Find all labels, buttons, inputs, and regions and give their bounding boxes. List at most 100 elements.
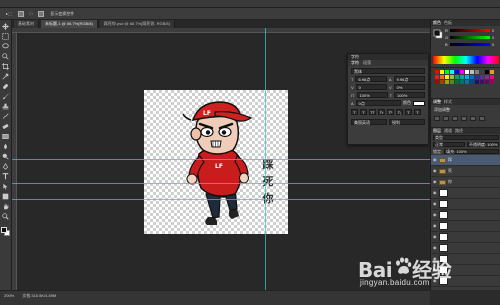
color-swatch[interactable] [490, 70, 494, 74]
brush-tool-icon[interactable] [2, 93, 9, 100]
color-swatch[interactable] [460, 80, 464, 84]
auto-select-checkbox[interactable] [17, 10, 24, 17]
faux-italic-button[interactable]: T [360, 109, 367, 115]
color-swatch[interactable] [475, 80, 479, 84]
hand-tool-icon[interactable] [2, 203, 9, 210]
visibility-eye-icon[interactable]: ◉ [433, 246, 437, 250]
color-swatch[interactable] [490, 75, 494, 79]
color-swatch[interactable] [485, 75, 489, 79]
visibility-eye-icon[interactable]: ◉ [433, 202, 437, 206]
color-swatch[interactable] [465, 75, 469, 79]
superscript-button[interactable]: T¹ [387, 109, 394, 115]
tab-adjustments[interactable]: 调整 [433, 99, 441, 105]
layer-row[interactable]: ◉ [431, 232, 500, 243]
layer-row[interactable]: ◉ [431, 221, 500, 232]
exposure-adjustment-icon[interactable] [461, 116, 467, 121]
show-transform-checkbox[interactable] [38, 10, 45, 17]
color-swatch[interactable] [445, 75, 449, 79]
color-swatch[interactable] [480, 70, 484, 74]
tab-layers[interactable]: 图层 [433, 128, 441, 134]
color-swatch[interactable] [435, 80, 439, 84]
font-size-field[interactable]: 6.96点 [355, 76, 387, 82]
all-caps-button[interactable]: TT [369, 109, 376, 115]
color-swatch[interactable] [475, 70, 479, 74]
tab-document-1[interactable]: 基础素材 [14, 20, 39, 28]
guide-line-vertical[interactable] [265, 28, 266, 290]
language-select[interactable]: 美国英语 [351, 119, 387, 125]
move-tool-icon[interactable] [2, 23, 9, 30]
shape-tool-icon[interactable] [2, 193, 9, 200]
color-swatch[interactable] [445, 80, 449, 84]
lasso-tool-icon[interactable] [2, 43, 9, 50]
layer-row[interactable]: ◉ 踩 [431, 155, 500, 166]
tab-document-2[interactable]: 未标题-1 @ 66.7%(RGB/8) [41, 20, 98, 28]
color-swatch[interactable] [450, 70, 454, 74]
visibility-eye-icon[interactable]: ◉ [433, 169, 437, 173]
color-swatch[interactable] [475, 75, 479, 79]
history-brush-icon[interactable] [2, 113, 9, 120]
tracking-field[interactable]: 0 [355, 84, 387, 90]
color-swatch[interactable] [465, 80, 469, 84]
tab-paths[interactable]: 路径 [455, 128, 463, 134]
underline-button[interactable]: T [405, 109, 412, 115]
marquee-tool-icon[interactable] [2, 33, 9, 40]
antialias-select[interactable]: 锐利 [389, 119, 425, 125]
color-panel-swatch[interactable] [433, 29, 443, 39]
zoom-tool-icon[interactable] [2, 213, 9, 220]
layer-row[interactable]: ◉ 死 [431, 166, 500, 177]
color-swatch[interactable] [460, 75, 464, 79]
layer-row[interactable]: ◉ [431, 210, 500, 221]
eraser-tool-icon[interactable] [2, 123, 9, 130]
tab-paragraph[interactable]: 段落 [363, 60, 371, 66]
visibility-eye-icon[interactable]: ◉ [433, 191, 437, 195]
color-swatch[interactable] [435, 75, 439, 79]
tab-channels[interactable]: 通道 [444, 128, 452, 134]
tool-preset-icon[interactable]: ▸⬚ [6, 11, 12, 16]
layer-row[interactable]: ◉ [431, 199, 500, 210]
dodge-tool-icon[interactable] [2, 153, 9, 160]
text-color-swatch[interactable] [413, 100, 425, 106]
color-swatch[interactable] [480, 80, 484, 84]
visibility-eye-icon[interactable]: ◉ [433, 213, 437, 217]
color-swatch[interactable] [455, 75, 459, 79]
curves-adjustment-icon[interactable] [452, 116, 458, 121]
blue-slider[interactable]: B 0 [431, 42, 500, 47]
color-spectrum[interactable] [433, 56, 499, 64]
blend-mode-select[interactable]: 正常 [433, 142, 465, 147]
font-family-select[interactable]: 黑体 [351, 68, 425, 74]
blur-tool-icon[interactable] [2, 143, 9, 150]
visibility-eye-icon[interactable]: ◉ [433, 235, 437, 239]
color-swatch[interactable] [455, 80, 459, 84]
foreground-background-colors[interactable] [1, 227, 10, 236]
document-canvas[interactable]: LF LF 踩死你 [144, 90, 288, 234]
path-select-tool-icon[interactable] [2, 183, 9, 190]
color-swatch[interactable] [440, 80, 444, 84]
opacity-field[interactable]: 不透明度: 100% [467, 142, 499, 147]
guide-line-horizontal[interactable] [12, 199, 430, 200]
gradient-tool-icon[interactable] [2, 133, 9, 140]
visibility-eye-icon[interactable]: ◉ [433, 180, 437, 184]
pen-tool-icon[interactable] [2, 163, 9, 170]
quick-select-tool-icon[interactable] [2, 53, 9, 60]
tab-document-3[interactable]: 踩死你.psd @ 66.7%(踩死你, RGB/8) [99, 20, 175, 28]
color-swatch[interactable] [440, 75, 444, 79]
tab-character[interactable]: 字符 [351, 60, 359, 66]
hue-adjustment-icon[interactable] [479, 116, 485, 121]
guide-line-horizontal[interactable] [12, 159, 430, 160]
color-swatch[interactable] [440, 70, 444, 74]
small-caps-button[interactable]: Tr [378, 109, 385, 115]
tab-swatches[interactable]: 色板 [444, 20, 452, 26]
brightness-adjustment-icon[interactable] [434, 116, 440, 121]
levels-adjustment-icon[interactable] [443, 116, 449, 121]
color-swatch[interactable] [470, 75, 474, 79]
guide-line-horizontal[interactable] [12, 183, 430, 184]
color-swatch[interactable] [445, 70, 449, 74]
visibility-eye-icon[interactable]: ◉ [433, 158, 437, 162]
type-tool-icon[interactable] [2, 173, 9, 180]
layer-row[interactable]: ◉ [431, 243, 500, 254]
crop-tool-icon[interactable] [2, 63, 9, 70]
faux-bold-button[interactable]: T [351, 109, 358, 115]
color-swatch[interactable] [450, 75, 454, 79]
strikethrough-button[interactable]: T [414, 109, 421, 115]
tab-styles[interactable]: 样式 [444, 99, 452, 105]
